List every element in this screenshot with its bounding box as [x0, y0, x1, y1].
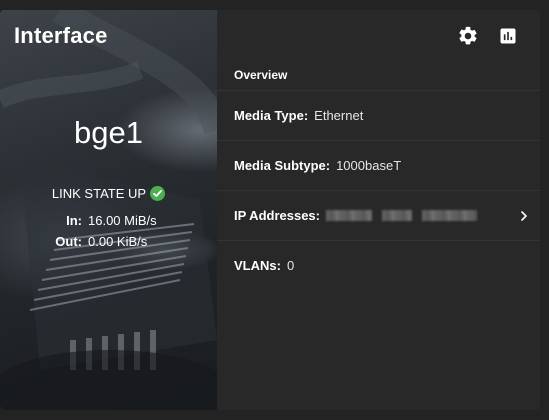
traffic-in-row: In: 16.00 MiB/s	[0, 210, 217, 231]
vlans-label: VLANs:	[234, 258, 281, 273]
traffic-in-value: 16.00 MiB/s	[88, 213, 157, 228]
ip-address-redacted	[326, 210, 372, 221]
interface-card: Interface bge1 LINK STATE UP In: 16.00 M…	[0, 10, 540, 410]
vlans-row: VLANs: 0	[217, 240, 540, 290]
media-type-label: Media Type:	[234, 108, 309, 123]
traffic-out-label: Out:	[55, 234, 82, 249]
media-subtype-label: Media Subtype:	[234, 158, 331, 173]
bar-chart-icon	[500, 28, 516, 44]
traffic-out-row: Out: 0.00 KiB/s	[0, 231, 217, 252]
gear-icon	[459, 26, 477, 45]
link-state: LINK STATE UP	[0, 186, 217, 201]
card-title: Interface	[14, 23, 108, 48]
overview-heading: Overview	[234, 68, 288, 82]
ip-addresses-label: IP Addresses:	[234, 208, 320, 223]
ip-addresses-row[interactable]: IP Addresses:	[217, 190, 540, 240]
media-type-row: Media Type: Ethernet	[217, 90, 540, 140]
media-type-value: Ethernet	[314, 108, 364, 123]
chevron-right-icon[interactable]	[516, 208, 532, 224]
traffic-stats: In: 16.00 MiB/s Out: 0.00 KiB/s	[0, 210, 217, 252]
link-state-text: LINK STATE UP	[51, 186, 147, 201]
statistics-button[interactable]	[496, 24, 520, 48]
card-toolbar	[456, 24, 520, 48]
ip-address-redacted	[422, 210, 477, 221]
traffic-in-label: In:	[66, 213, 82, 228]
media-subtype-value: 1000baseT	[336, 158, 402, 173]
settings-button[interactable]	[456, 24, 480, 48]
media-subtype-row: Media Subtype: 1000baseT	[217, 140, 540, 190]
check-circle-icon	[150, 186, 166, 201]
traffic-out-value: 0.00 KiB/s	[88, 234, 148, 249]
interface-name: bge1	[74, 115, 143, 150]
ip-address-redacted	[382, 210, 412, 221]
overview-panel: Overview Media Type: Ethernet Media Subt…	[217, 60, 540, 290]
interface-hero-panel: Interface bge1 LINK STATE UP In: 16.00 M…	[0, 10, 217, 410]
vlans-value: 0	[286, 258, 295, 273]
